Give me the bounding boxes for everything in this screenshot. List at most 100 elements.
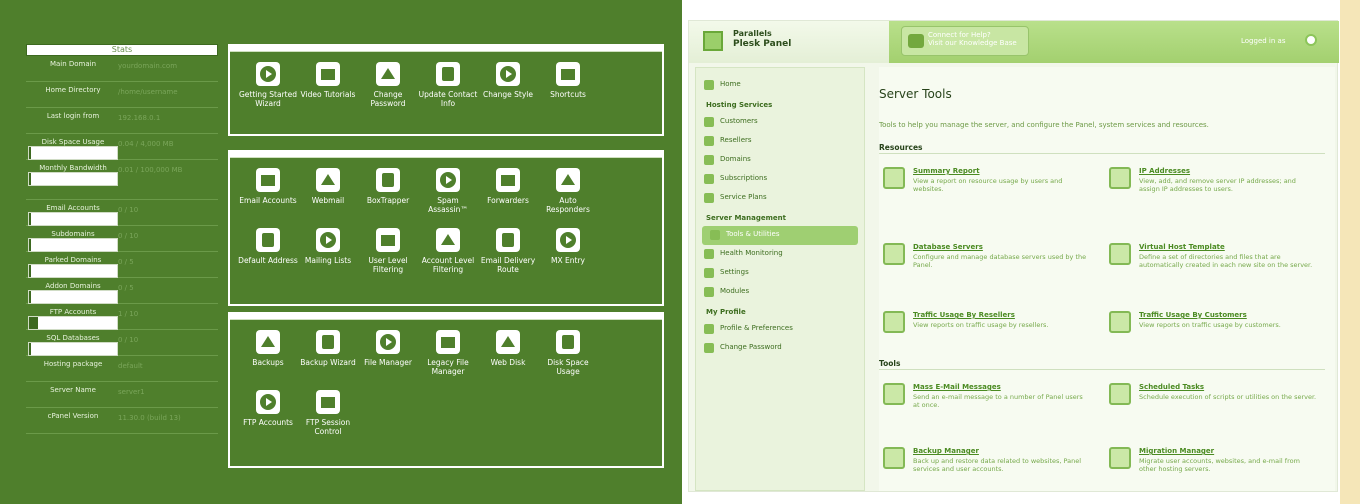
sidebar-item[interactable]: Resellers bbox=[696, 132, 864, 151]
tool-title[interactable]: Migration Manager bbox=[1139, 447, 1214, 455]
sidebar-item[interactable]: Domains bbox=[696, 151, 864, 170]
cpanel-item[interactable]: Backups bbox=[238, 330, 298, 390]
cpanel-view: Stats Main Domain yourdomain.com Home Dire… bbox=[0, 0, 682, 504]
cpanel-item-label: Forwarders bbox=[487, 196, 529, 205]
tool-title[interactable]: Traffic Usage By Customers bbox=[1139, 311, 1247, 319]
sidebar-item-label: Subscriptions bbox=[720, 174, 768, 182]
cpanel-item[interactable]: Getting Started Wizard bbox=[238, 62, 298, 122]
cpanel-item[interactable]: Web Disk bbox=[478, 330, 538, 390]
sidebar-item[interactable]: Settings bbox=[696, 264, 864, 283]
usage-bar-fill bbox=[29, 265, 31, 277]
tool-title[interactable]: Traffic Usage By Resellers bbox=[913, 311, 1015, 319]
cpanel-item[interactable]: MX Entry bbox=[538, 228, 598, 288]
tool-title[interactable]: Virtual Host Template bbox=[1139, 243, 1225, 251]
cpanel-item[interactable]: Account Level Filtering bbox=[418, 228, 478, 288]
wizard-icon bbox=[316, 330, 340, 354]
tool-title[interactable]: Backup Manager bbox=[913, 447, 979, 455]
files-panel: Backups Backup Wizard File Manager Legacy F… bbox=[228, 312, 664, 468]
cpanel-item[interactable]: Update Contact Info bbox=[418, 62, 478, 122]
stat-row: Server Name server1 bbox=[26, 382, 218, 408]
server-tool[interactable]: Backup Manager Back up and restore data r… bbox=[883, 447, 1091, 487]
stat-label: Server Name bbox=[50, 386, 96, 394]
tool-title[interactable]: Database Servers bbox=[913, 243, 983, 251]
sidebar-group-hosting[interactable]: Hosting Services bbox=[696, 95, 864, 113]
tool-title[interactable]: Summary Report bbox=[913, 167, 980, 175]
sidebar-item[interactable]: Customers bbox=[696, 113, 864, 132]
section-resources: Resources bbox=[879, 143, 923, 152]
pie-icon bbox=[556, 330, 580, 354]
sidebar-item[interactable]: Subscriptions bbox=[696, 170, 864, 189]
cpanel-item[interactable]: Email Accounts bbox=[238, 168, 298, 228]
usage-bar bbox=[28, 290, 118, 304]
cpanel-item[interactable]: Backup Wizard bbox=[298, 330, 358, 390]
sidebar-item[interactable]: Health Monitoring bbox=[696, 245, 864, 264]
tool-title[interactable]: Mass E-Mail Messages bbox=[913, 383, 1001, 391]
cpanel-item[interactable]: Legacy File Manager bbox=[418, 330, 478, 390]
mail-icon bbox=[256, 168, 280, 192]
tool-icon bbox=[1109, 243, 1131, 265]
plesk-frame: Parallels Plesk Panel Connect for Help? … bbox=[688, 20, 1339, 492]
cpanel-item[interactable]: FTP Accounts bbox=[238, 390, 298, 450]
sidebar-item[interactable]: Modules bbox=[696, 283, 864, 302]
server-tool[interactable]: Scheduled Tasks Schedule execution of scr… bbox=[1109, 383, 1317, 423]
shortcut-icon bbox=[556, 62, 580, 86]
sidebar-item-label: Health Monitoring bbox=[720, 249, 783, 257]
cpanel-item[interactable]: Auto Responders bbox=[538, 168, 598, 228]
cpanel-item[interactable]: Change Password bbox=[358, 62, 418, 122]
sidebar-group-server[interactable]: Server Management bbox=[696, 208, 864, 226]
help-icon bbox=[908, 34, 924, 48]
cpanel-item[interactable]: BoxTrapper bbox=[358, 168, 418, 228]
cpanel-item[interactable]: Default Address bbox=[238, 228, 298, 288]
stat-label: Last login from bbox=[46, 112, 100, 120]
user-menu-icon[interactable] bbox=[1305, 34, 1317, 46]
folder-icon bbox=[376, 330, 400, 354]
style-icon bbox=[496, 62, 520, 86]
cpanel-item-label: Backups bbox=[252, 358, 284, 367]
server-tool[interactable]: Migration Manager Migrate user accounts, … bbox=[1109, 447, 1317, 487]
resource-tool[interactable]: Virtual Host Template Define a set of dir… bbox=[1109, 243, 1317, 283]
resource-tool[interactable]: IP Addresses View, add, and remove server… bbox=[1109, 167, 1317, 207]
sidebar-item-home[interactable]: Home bbox=[696, 76, 864, 95]
resource-tool[interactable]: Traffic Usage By Customers View reports o… bbox=[1109, 311, 1317, 351]
plesk-main: Server Tools Tools to help you manage th… bbox=[879, 67, 1335, 491]
cpanel-item[interactable]: Disk Space Usage bbox=[538, 330, 598, 390]
cpanel-item-label: Email Accounts bbox=[239, 196, 297, 205]
server-tool[interactable]: Mass E-Mail Messages Send an e-mail messa… bbox=[883, 383, 1091, 423]
tool-title[interactable]: IP Addresses bbox=[1139, 167, 1190, 175]
cpanel-item[interactable]: Spam Assassin™ bbox=[418, 168, 478, 228]
cpanel-item[interactable]: Shortcuts bbox=[538, 62, 598, 122]
sidebar-item-label: Profile & Preferences bbox=[720, 324, 793, 332]
cpanel-item[interactable]: Forwarders bbox=[478, 168, 538, 228]
tool-desc: View reports on traffic usage by reselle… bbox=[913, 321, 1049, 329]
stat-label: Hosting package bbox=[43, 360, 103, 368]
cpanel-item[interactable]: Webmail bbox=[298, 168, 358, 228]
usage-bar-fill bbox=[29, 213, 31, 225]
cpanel-item[interactable]: Video Tutorials bbox=[298, 62, 358, 122]
cpanel-item-label: File Manager bbox=[364, 358, 412, 367]
resource-tool[interactable]: Traffic Usage By Resellers View reports o… bbox=[883, 311, 1091, 351]
sidebar-group-profile[interactable]: My Profile bbox=[696, 302, 864, 320]
cpanel-item[interactable]: Change Style bbox=[478, 62, 538, 122]
tool-icon bbox=[1109, 311, 1131, 333]
tool-icon bbox=[883, 167, 905, 189]
sidebar-item[interactable]: Tools & Utilities bbox=[702, 226, 858, 245]
sidebar-item[interactable]: Profile & Preferences bbox=[696, 320, 864, 339]
sidebar-item[interactable]: Service Plans bbox=[696, 189, 864, 208]
cpanel-item[interactable]: File Manager bbox=[358, 330, 418, 390]
tool-desc: Schedule execution of scripts or utiliti… bbox=[1139, 393, 1317, 401]
resource-tool[interactable]: Database Servers Configure and manage dat… bbox=[883, 243, 1091, 283]
cpanel-item[interactable]: User Level Filtering bbox=[358, 228, 418, 288]
tool-icon bbox=[1109, 167, 1131, 189]
tool-icon bbox=[883, 447, 905, 469]
cpanel-item[interactable]: Mailing Lists bbox=[298, 228, 358, 288]
resource-tool[interactable]: Summary Report View a report on resource … bbox=[883, 167, 1091, 207]
stat-label: Parked Domains bbox=[44, 256, 102, 264]
sidebar-item-icon bbox=[704, 155, 714, 165]
play-icon bbox=[256, 62, 280, 86]
cpanel-item[interactable]: FTP Session Control bbox=[298, 390, 358, 450]
cpanel-item-label: FTP Accounts bbox=[243, 418, 293, 427]
tool-title[interactable]: Scheduled Tasks bbox=[1139, 383, 1204, 391]
help-notice[interactable]: Connect for Help? Visit our Knowledge Ba… bbox=[901, 26, 1029, 56]
sidebar-item[interactable]: Change Password bbox=[696, 339, 864, 358]
cpanel-item[interactable]: Email Delivery Route bbox=[478, 228, 538, 288]
